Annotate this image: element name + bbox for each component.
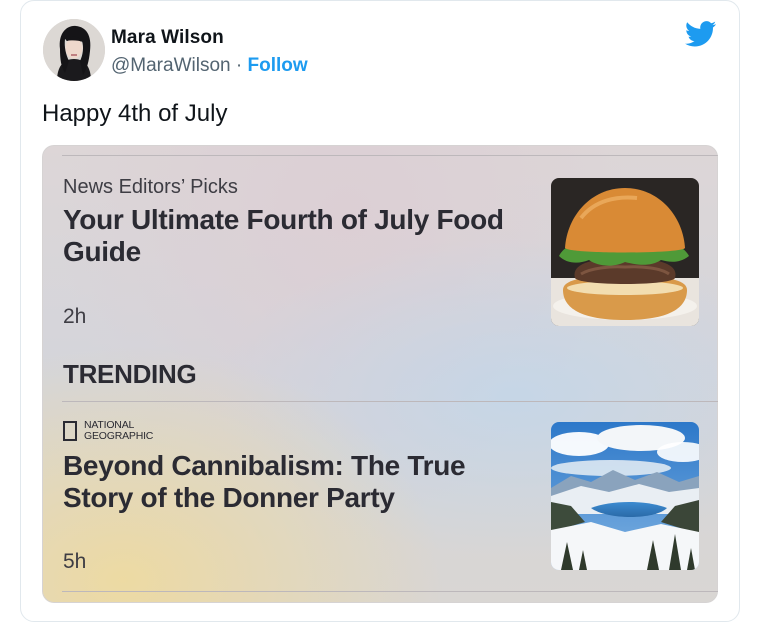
trending-story-title[interactable]: Beyond Cannibalism: The True Story of th… [63, 450, 533, 514]
natgeo-yellow-frame-icon [63, 421, 77, 441]
mountain-lake-photo[interactable] [551, 422, 699, 570]
avatar[interactable] [43, 19, 105, 81]
trending-source: National Geographic [84, 419, 154, 442]
author-name[interactable]: Mara Wilson [111, 27, 224, 49]
top-story-time: 2h [63, 305, 87, 328]
top-story-source: News Editors’ Picks [63, 176, 238, 198]
twitter-bird-icon[interactable] [685, 21, 717, 47]
tweet-card[interactable]: Mara Wilson @MaraWilson · Follow Happy 4… [20, 0, 740, 622]
top-story-title[interactable]: Your Ultimate Fourth of July Food Guide [63, 204, 533, 268]
bottom-divider [62, 591, 718, 592]
handle-row: @MaraWilson · Follow [111, 55, 308, 77]
follow-button[interactable]: Follow [247, 55, 307, 76]
separator-dot: · [235, 55, 243, 76]
author-handle[interactable]: @MaraWilson [111, 55, 231, 76]
embedded-news-screenshot[interactable]: News Editors’ Picks Your Ultimate Fourth… [42, 145, 718, 603]
trending-heading: TRENDING [63, 359, 197, 389]
middle-divider [62, 401, 718, 402]
trending-story-time: 5h [63, 550, 87, 573]
top-divider [62, 155, 718, 156]
tweet-text: Happy 4th of July [42, 100, 228, 127]
burger-photo[interactable] [551, 178, 699, 326]
